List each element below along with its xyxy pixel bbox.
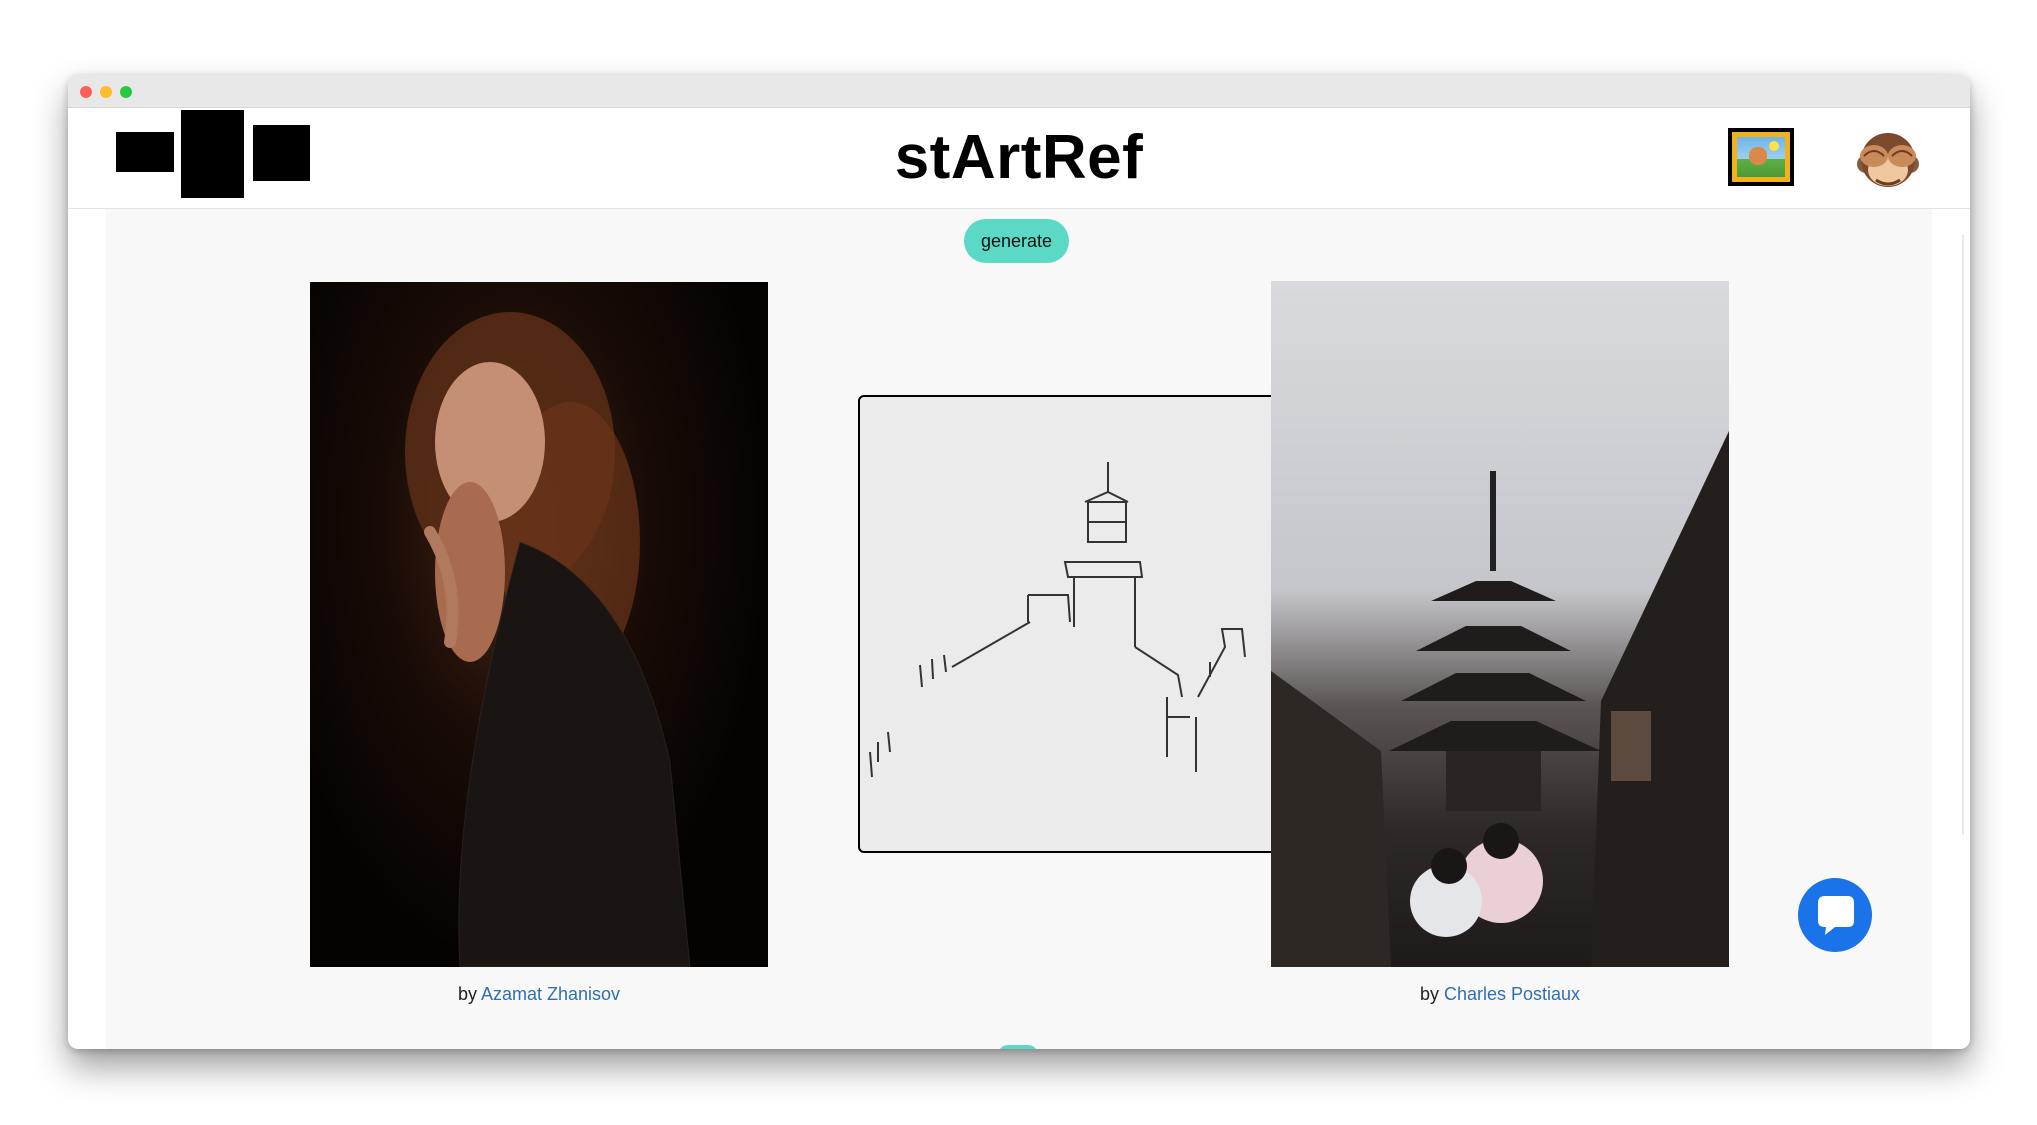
site-header: stArtRef [68, 108, 1970, 209]
chat-bubble-icon[interactable] [1798, 878, 1872, 952]
photographer-link[interactable]: Charles Postiaux [1444, 984, 1580, 1004]
browser-window: stArtRef generate by Azamat Zhanisov by … [68, 75, 1970, 1049]
window-titlebar [68, 75, 1970, 108]
photo-credit-right: by Charles Postiaux [1271, 984, 1729, 1005]
next-generate-button-peek[interactable] [998, 1045, 1038, 1049]
reference-photo-right [1271, 281, 1729, 967]
minimize-window-button[interactable] [100, 86, 112, 98]
framed-picture-icon[interactable] [1728, 128, 1794, 186]
credit-prefix: by [457, 984, 477, 1004]
close-window-button[interactable] [80, 86, 92, 98]
reference-photo-left [310, 282, 768, 967]
main-content: generate by Azamat Zhanisov by Charles P… [106, 209, 1932, 1049]
maximize-window-button[interactable] [120, 86, 132, 98]
sketch-image [858, 395, 1316, 853]
generate-button[interactable]: generate [964, 219, 1069, 263]
photo-credit-left: by Azamat Zhanisov [310, 984, 768, 1005]
site-title: stArtRef [894, 123, 1144, 192]
photographer-link[interactable]: Azamat Zhanisov [481, 984, 620, 1004]
scrollbar-track[interactable] [1962, 235, 1964, 835]
credit-prefix: by [1419, 984, 1439, 1004]
see-no-evil-monkey-icon[interactable] [1852, 124, 1924, 196]
